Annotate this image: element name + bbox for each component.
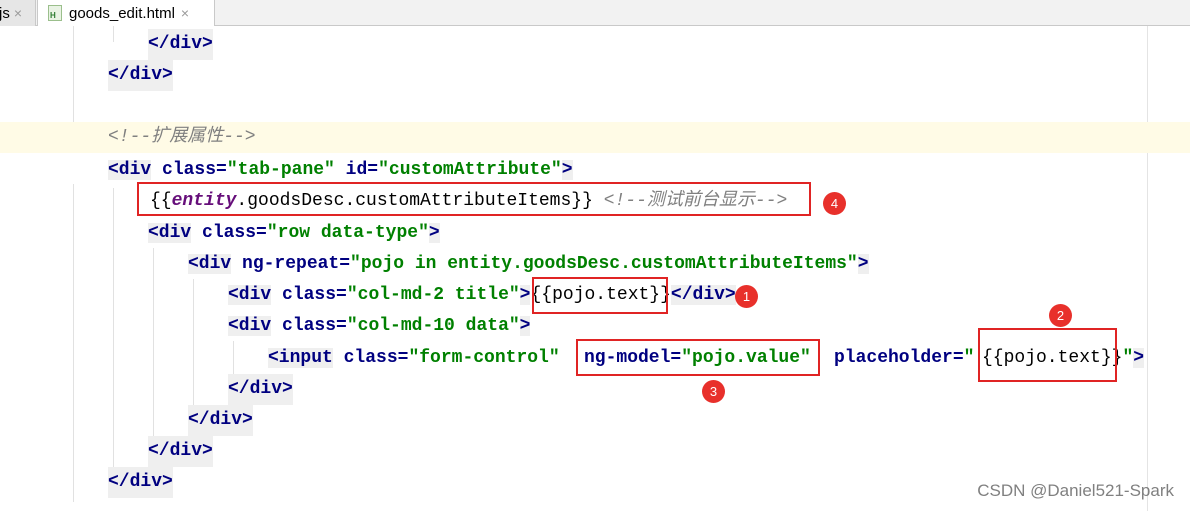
tab-js-close-icon[interactable]: × [14,5,22,21]
code-text: <input class="form-control" [268,348,560,368]
comment-text: <!--扩展属性--> [108,127,256,147]
code-line: </div> [0,60,1147,91]
code-text: </div> [108,60,173,91]
tab-js[interactable]: js × [0,0,36,26]
code-line: </div> [0,405,1147,436]
editor-tab-bar: js × H goods_edit.html × [0,0,1190,26]
code-line: <div class="col-md-10 data"> [0,311,1147,342]
code-line: </div> [0,29,1147,60]
annotation-box-1 [532,277,668,314]
annotation-box-4 [137,182,811,216]
code-text: <div class="row data-type"> [148,223,440,243]
code-text: <div ng-repeat="pojo in entity.goodsDesc… [188,254,869,274]
code-line-current: <!--扩展属性--> [0,122,1190,153]
code-text: placeholder=" [834,348,975,368]
code-text: </div> [188,405,253,436]
code-line: </div> [0,436,1147,467]
tab-goods-edit-close-icon[interactable]: × [181,5,189,21]
annotation-box-3 [576,339,820,376]
tab-goods-edit[interactable]: H goods_edit.html × [37,0,215,26]
code-line: <div ng-repeat="pojo in entity.goodsDesc… [0,249,1147,280]
tab-js-label: js [0,4,10,22]
code-line: <input class="form-control" ng-model="po… [0,343,1147,374]
code-text: </div> [148,29,213,60]
code-editor[interactable]: </div> </div> <!--扩展属性--> <div class="ta… [0,26,1190,511]
code-text: </div> [108,467,173,498]
right-margin-guide [1147,26,1148,511]
annotation-badge-2: 2 [1049,304,1072,327]
html-file-icon: H [48,5,62,21]
annotation-box-2 [978,328,1117,382]
code-line: <div class="row data-type"> [0,218,1147,249]
code-line: </div> [0,374,1147,405]
code-text: </div> [228,374,293,405]
watermark: CSDN @Daniel521-Spark [977,481,1174,500]
code-text: <div class="col-md-10 data"> [228,316,531,336]
annotation-badge-3: 3 [702,380,725,403]
tab-goods-edit-label: goods_edit.html [69,4,175,22]
code-text: </div> [148,436,213,467]
annotation-badge-4: 4 [823,192,846,215]
annotation-badge-1: 1 [735,285,758,308]
code-line: </div> [0,467,1147,498]
